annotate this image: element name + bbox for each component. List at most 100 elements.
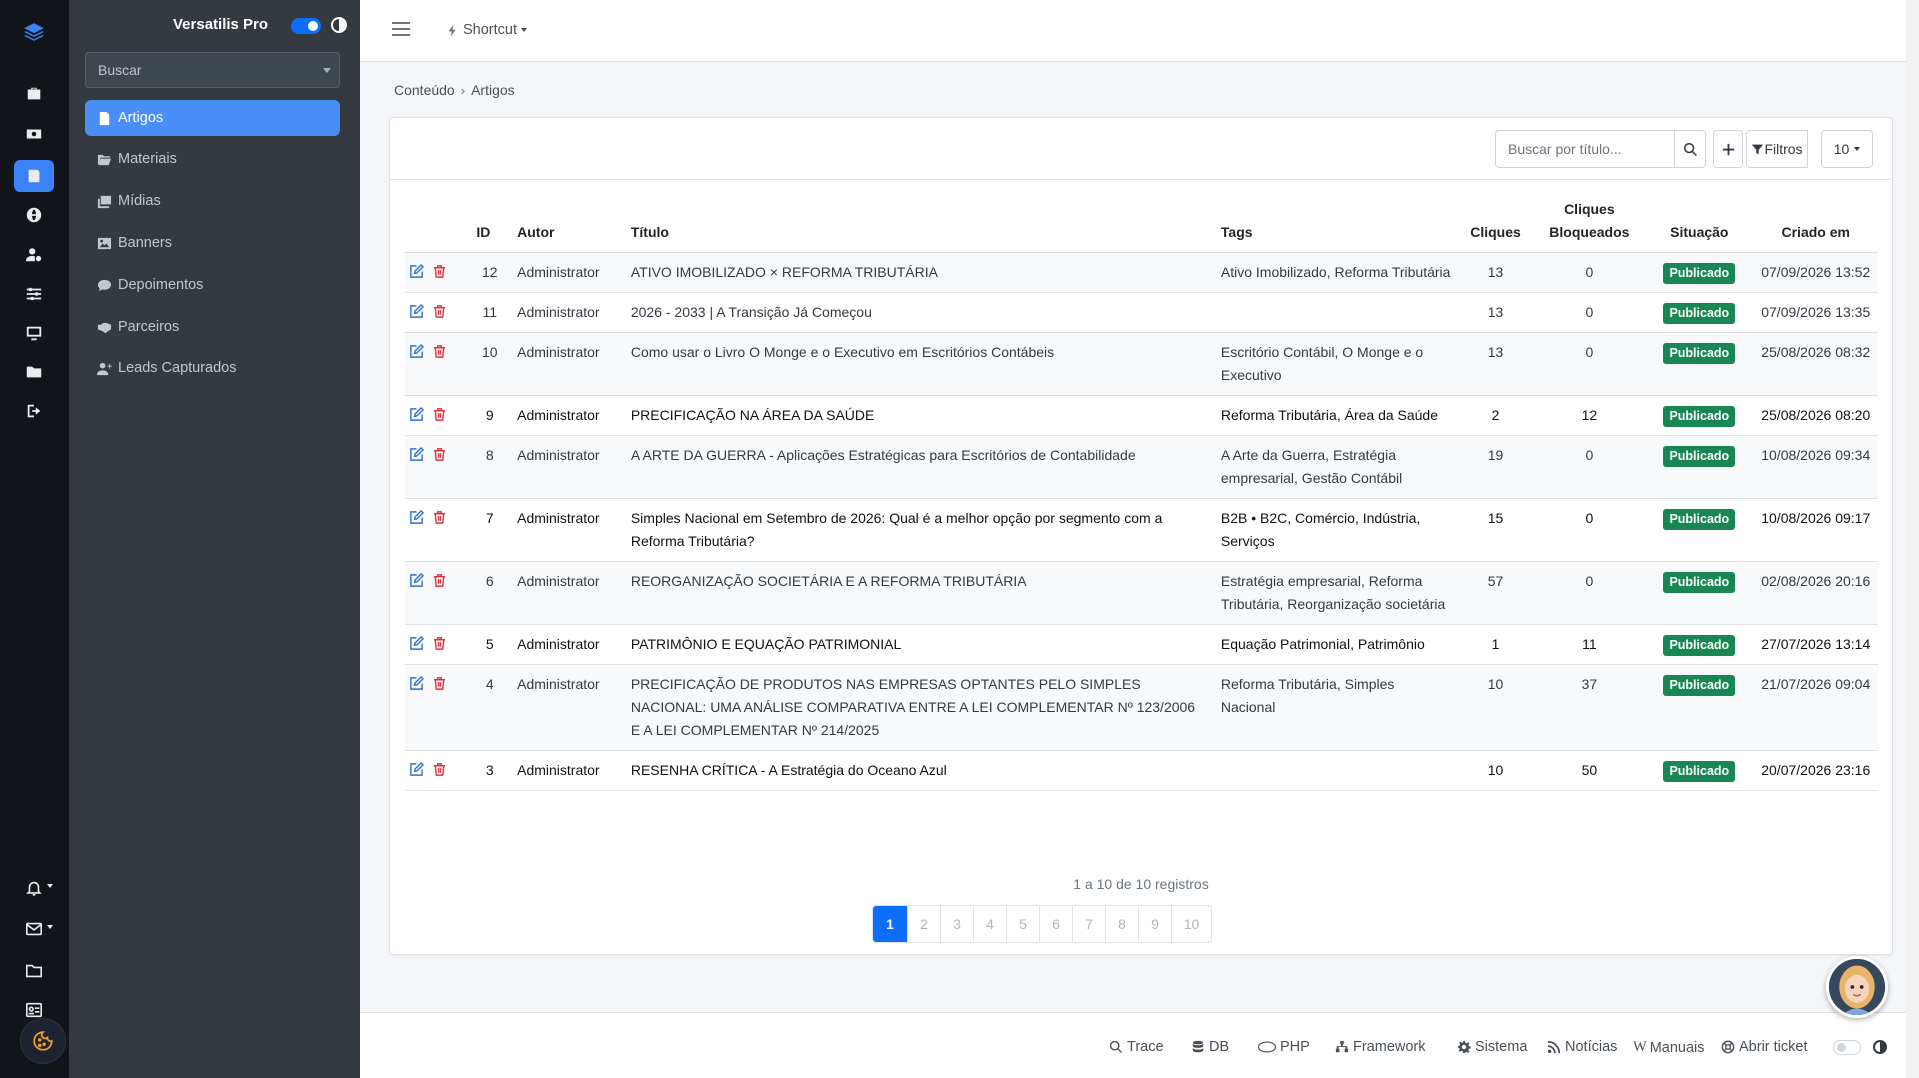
id-header[interactable]: ID xyxy=(469,194,511,253)
edit-icon[interactable] xyxy=(409,572,425,588)
created-header[interactable]: Criado em xyxy=(1753,194,1878,253)
footer-link-framework[interactable]: Framework xyxy=(1335,1039,1426,1055)
author-header[interactable]: Autor xyxy=(510,194,624,253)
table-row[interactable]: 5 Administrator PATRIMÔNIO E EQUAÇÃO PATRI… xyxy=(405,624,1878,665)
table-row[interactable]: 9 Administrator PRECIFICAÇÃO NA ÁREA DA SA… xyxy=(405,395,1878,436)
contrast-icon[interactable] xyxy=(331,17,347,33)
filters-button[interactable]: Filtros xyxy=(1746,130,1808,168)
edit-icon[interactable] xyxy=(409,761,425,777)
page-8-button[interactable]: 8 xyxy=(1105,906,1138,942)
edit-icon[interactable] xyxy=(409,263,425,279)
title-search-input[interactable]: Buscar por título... xyxy=(1495,130,1675,168)
folder-outline-icon[interactable] xyxy=(14,955,54,987)
content-icon[interactable] xyxy=(14,160,54,192)
database-icon xyxy=(1192,1040,1204,1053)
edit-icon[interactable] xyxy=(409,446,425,462)
trash-icon[interactable] xyxy=(432,447,447,462)
table-row[interactable]: 12 Administrator ATIVO IMOBILIZADO × REFOR… xyxy=(405,252,1878,293)
bell-icon[interactable] xyxy=(14,872,54,904)
footer-link-db[interactable]: DB xyxy=(1191,1039,1229,1055)
row-actions xyxy=(405,498,470,562)
page-1-button[interactable]: 1 xyxy=(873,906,907,942)
sliders-icon[interactable] xyxy=(14,278,54,310)
page-3-button[interactable]: 3 xyxy=(940,906,973,942)
trash-icon[interactable] xyxy=(432,762,447,777)
trash-icon[interactable] xyxy=(432,264,447,279)
footer-link-trace[interactable]: Trace xyxy=(1109,1039,1164,1055)
folder-icon[interactable] xyxy=(14,356,54,388)
page-6-button[interactable]: 6 xyxy=(1039,906,1072,942)
trash-icon[interactable] xyxy=(432,636,447,651)
page-scrollbar[interactable] xyxy=(1906,0,1919,1078)
globe-icon[interactable] xyxy=(14,199,54,231)
edit-icon[interactable] xyxy=(409,406,425,422)
table-row[interactable]: 7 Administrator Simples Nacional em Setemb… xyxy=(405,498,1878,562)
trash-icon[interactable] xyxy=(432,676,447,691)
monitor-icon[interactable] xyxy=(14,317,54,349)
brand-name: Versatilis Pro xyxy=(173,16,269,33)
blocked-clicks-header[interactable]: Cliques Bloqueados xyxy=(1533,194,1646,253)
footer-link-php[interactable]: PHP xyxy=(1258,1039,1310,1055)
per-page-dropdown[interactable]: 10 xyxy=(1821,130,1873,168)
page-5-button[interactable]: 5 xyxy=(1006,906,1039,942)
user-cog-icon[interactable] xyxy=(14,239,54,271)
clicks-header[interactable]: Cliques xyxy=(1457,194,1534,253)
status-header[interactable]: Situação xyxy=(1645,194,1754,253)
sidebar-item-depoimentos[interactable]: Depoimentos xyxy=(85,267,340,303)
footer-link-manuais[interactable]: W Manuais xyxy=(1633,1039,1705,1056)
table-row[interactable]: 3 Administrator RESENHA CRÍTICA - A Estrat… xyxy=(405,750,1878,791)
row-blocked-clicks: 0 xyxy=(1533,561,1646,625)
shortcut-dropdown[interactable]: Shortcut xyxy=(446,22,527,38)
footer-toggle-switch[interactable] xyxy=(1833,1040,1861,1055)
sidebar-item-banners[interactable]: Banners xyxy=(85,225,340,261)
page-7-button[interactable]: 7 xyxy=(1072,906,1105,942)
sidebar-item-label: Leads Capturados xyxy=(118,360,237,376)
sidebar-item-materiais[interactable]: Materiais xyxy=(85,141,340,177)
page-10-button[interactable]: 10 xyxy=(1171,906,1211,942)
add-article-button[interactable] xyxy=(1713,130,1743,168)
page-2-button[interactable]: 2 xyxy=(907,906,940,942)
title-header[interactable]: Título xyxy=(623,194,1214,253)
tags-header[interactable]: Tags xyxy=(1213,194,1458,253)
table-row[interactable]: 10 Administrator Como usar o Livro O Monge… xyxy=(405,332,1878,396)
sidebar-search-select[interactable]: Buscar xyxy=(85,52,340,88)
table-row[interactable]: 4 Administrator PRECIFICAÇÃO DE PRODUTOS N… xyxy=(405,664,1878,751)
hamburger-menu-icon[interactable] xyxy=(392,22,410,36)
edit-icon[interactable] xyxy=(409,675,425,691)
sidebar-item-midias[interactable]: Mídias xyxy=(85,183,340,219)
trash-icon[interactable] xyxy=(432,573,447,588)
footer-link-sistema[interactable]: Sistema xyxy=(1457,1039,1527,1055)
table-row[interactable]: 11 Administrator 2026 - 2033 | A Transição… xyxy=(405,292,1878,333)
sidebar-toggle-switch[interactable] xyxy=(291,18,321,34)
assistant-avatar[interactable] xyxy=(1826,956,1888,1018)
contrast-icon[interactable] xyxy=(1873,1040,1887,1054)
footer-link-noticias[interactable]: Notícias xyxy=(1547,1039,1617,1055)
user-plus-icon xyxy=(97,362,112,375)
edit-icon[interactable] xyxy=(409,635,425,651)
logout-icon[interactable] xyxy=(14,395,54,427)
table-row[interactable]: 8 Administrator A ARTE DA GUERRA - Aplicaç… xyxy=(405,435,1878,499)
edit-icon[interactable] xyxy=(409,343,425,359)
sidebar-item-leads-capturados[interactable]: Leads Capturados xyxy=(85,350,340,386)
sidebar-item-artigos[interactable]: Artigos xyxy=(85,100,340,136)
trash-icon[interactable] xyxy=(432,344,447,359)
trash-icon[interactable] xyxy=(432,510,447,525)
breadcrumb-parent[interactable]: Conteúdo xyxy=(394,82,455,98)
layers-logo-icon[interactable] xyxy=(14,16,54,48)
mail-icon[interactable] xyxy=(14,913,54,945)
page-4-button[interactable]: 4 xyxy=(973,906,1006,942)
search-button[interactable] xyxy=(1674,130,1706,168)
row-author: Administrator xyxy=(510,332,624,396)
trash-icon[interactable] xyxy=(432,304,447,319)
money-icon[interactable] xyxy=(14,118,54,150)
trash-icon[interactable] xyxy=(432,407,447,422)
sidebar-item-parceiros[interactable]: Parceiros xyxy=(85,309,340,345)
footer-link-abrir-ticket[interactable]: Abrir ticket xyxy=(1721,1039,1808,1055)
page-9-button[interactable]: 9 xyxy=(1138,906,1171,942)
edit-icon[interactable] xyxy=(409,303,425,319)
status-badge: Publicado xyxy=(1663,263,1736,284)
edit-icon[interactable] xyxy=(409,509,425,525)
briefcase-icon[interactable] xyxy=(14,78,54,110)
table-row[interactable]: 6 Administrator REORGANIZAÇÃO SOCIETÁRIA E… xyxy=(405,561,1878,625)
cookie-icon[interactable] xyxy=(20,1018,66,1064)
